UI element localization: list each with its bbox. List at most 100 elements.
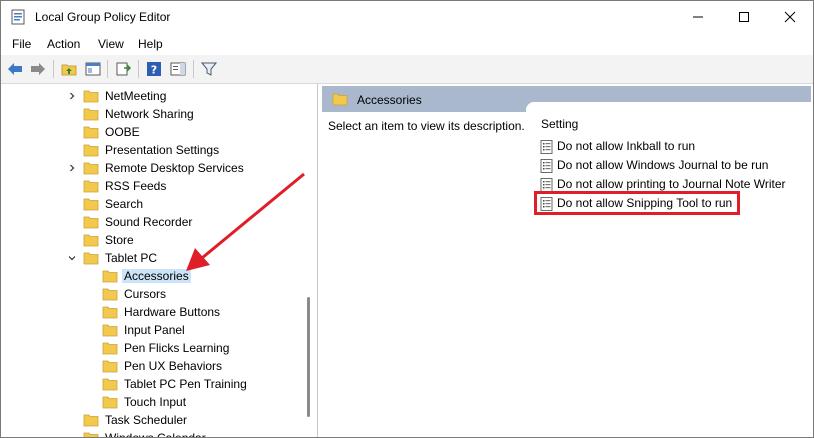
tree-item[interactable]: Network Sharing	[3, 105, 303, 123]
details-pane: Accessories Select an item to view its d…	[322, 84, 813, 437]
tree-item-label: Presentation Settings	[105, 143, 220, 157]
setting-item-label: Do not allow printing to Journal Note Wr…	[557, 177, 786, 191]
tree-item[interactable]: Tablet PC Pen Training	[3, 375, 303, 393]
tree-item[interactable]: Pen UX Behaviors	[3, 357, 303, 375]
folder-icon	[102, 342, 118, 355]
tree-item-label: Hardware Buttons	[124, 305, 221, 319]
highlight-box	[534, 191, 740, 215]
chevron-down-icon[interactable]	[67, 253, 77, 263]
tree-item[interactable]: Windows Calendar	[3, 429, 303, 438]
tree-item-label: Tablet PC Pen Training	[124, 377, 247, 391]
title-bar[interactable]: Local Group Policy Editor	[1, 1, 813, 33]
console-tree-icon	[85, 62, 101, 76]
tree-item-label: Network Sharing	[105, 107, 194, 121]
tree-item[interactable]: Store	[3, 231, 303, 249]
up-one-level-button[interactable]	[60, 60, 78, 78]
tree-item[interactable]: NetMeeting	[3, 87, 303, 105]
help-button[interactable]: ?	[145, 60, 163, 78]
tree-item[interactable]: RSS Feeds	[3, 177, 303, 195]
tree-item[interactable]: Cursors	[3, 285, 303, 303]
chevron-right-icon[interactable]	[67, 163, 77, 173]
tree-item-label: Pen UX Behaviors	[124, 359, 223, 373]
folder-icon	[83, 414, 99, 427]
menu-view[interactable]: View	[98, 37, 124, 51]
policy-setting-icon	[540, 159, 553, 173]
tree-item[interactable]: Touch Input	[3, 393, 303, 411]
tree-item-label: OOBE	[105, 125, 140, 139]
folder-up-icon	[61, 64, 77, 76]
svg-text:?: ?	[151, 64, 157, 77]
filter-icon	[201, 62, 217, 76]
tree-item-label: Remote Desktop Services	[105, 161, 244, 175]
column-header-setting[interactable]: Setting	[541, 117, 578, 131]
export-list-button[interactable]	[114, 60, 132, 78]
folder-icon	[102, 360, 118, 373]
tree-item-label: Pen Flicks Learning	[124, 341, 230, 355]
tree-item[interactable]: Remote Desktop Services	[3, 159, 303, 177]
folder-icon	[83, 216, 99, 229]
tree-scrollbar[interactable]	[307, 297, 310, 417]
maximize-icon	[739, 12, 749, 22]
tree-item-label: Input Panel	[124, 323, 185, 337]
folder-icon	[83, 126, 99, 139]
menu-help[interactable]: Help	[138, 37, 163, 51]
menu-action[interactable]: Action	[47, 37, 80, 51]
close-button[interactable]	[767, 1, 813, 33]
export-icon	[116, 62, 131, 76]
help-icon: ?	[147, 62, 161, 77]
tree-item-label: RSS Feeds	[105, 179, 167, 193]
gpedit-window: Local Group Policy Editor File Action Vi…	[0, 0, 814, 438]
menu-file[interactable]: File	[12, 37, 31, 51]
show-hide-tree-button[interactable]	[84, 60, 102, 78]
tree-item[interactable]: Accessories	[3, 267, 303, 285]
tree-item-label: Cursors	[124, 287, 167, 301]
folder-icon	[83, 108, 99, 121]
policy-setting-icon	[540, 140, 553, 154]
minimize-icon	[693, 16, 703, 18]
window-title: Local Group Policy Editor	[35, 10, 171, 24]
action-pane-icon	[170, 62, 186, 76]
close-icon	[784, 11, 796, 23]
tree-item-label: Windows Calendar	[105, 431, 206, 438]
folder-icon	[102, 306, 118, 319]
minimize-button[interactable]	[675, 1, 721, 33]
tree-item[interactable]: OOBE	[3, 123, 303, 141]
settings-list: Setting Do not allow Inkball to run Do no…	[526, 102, 813, 437]
folder-icon	[83, 180, 99, 193]
show-hide-action-pane-button[interactable]	[169, 60, 187, 78]
folder-icon	[102, 378, 118, 391]
filter-button[interactable]	[200, 60, 218, 78]
tree-item-label: Task Scheduler	[105, 413, 188, 427]
folder-icon	[83, 198, 99, 211]
folder-icon	[83, 234, 99, 247]
folder-icon	[83, 432, 99, 437]
tree-item[interactable]: Search	[3, 195, 303, 213]
back-button[interactable]	[6, 60, 24, 78]
tree-item[interactable]: Tablet PC	[3, 249, 303, 267]
chevron-right-icon[interactable]	[67, 91, 77, 101]
folder-icon	[83, 252, 99, 265]
back-arrow-icon	[8, 63, 22, 75]
tree-item[interactable]: Input Panel	[3, 321, 303, 339]
folder-icon	[102, 324, 118, 337]
tree-item[interactable]: Sound Recorder	[3, 213, 303, 231]
folder-icon	[83, 90, 99, 103]
forward-arrow-icon	[31, 63, 45, 75]
maximize-button[interactable]	[721, 1, 767, 33]
tree-item[interactable]: Pen Flicks Learning	[3, 339, 303, 357]
tree-item-label: Touch Input	[124, 395, 187, 409]
app-icon	[11, 9, 25, 25]
description-text: Select an item to view its description.	[328, 119, 525, 133]
tree-item-label: Store	[105, 233, 134, 247]
forward-button[interactable]	[29, 60, 47, 78]
tree-item-label: NetMeeting	[105, 89, 167, 103]
tree-item[interactable]: Presentation Settings	[3, 141, 303, 159]
menu-bar: File Action View Help	[1, 33, 813, 54]
tree-item-label: Tablet PC	[105, 251, 158, 265]
tree-item[interactable]: Hardware Buttons	[3, 303, 303, 321]
setting-item-label: Do not allow Inkball to run	[557, 139, 696, 153]
tree-item[interactable]: Task Scheduler	[3, 411, 303, 429]
setting-item-label: Do not allow Windows Journal to be run	[557, 158, 769, 172]
folder-icon	[83, 162, 99, 175]
console-tree[interactable]: NetMeeting Network Sharing OOBE Presentatio…	[3, 84, 318, 438]
